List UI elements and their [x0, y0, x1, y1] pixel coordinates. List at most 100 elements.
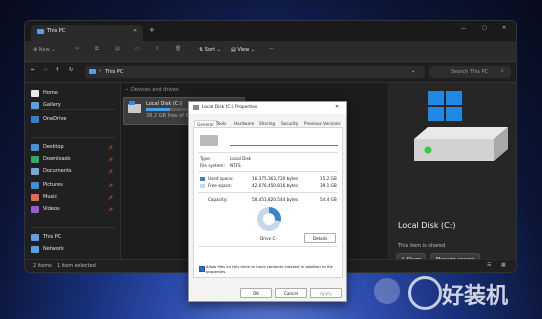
watermark-circle-icon	[408, 276, 442, 310]
up-icon[interactable]: ↑	[55, 67, 59, 73]
free-gb: 39.1 GB	[320, 183, 337, 188]
desktop-icon	[31, 143, 39, 151]
search-box[interactable]: Search This PC ⌕	[429, 66, 511, 78]
music-icon	[31, 193, 39, 201]
document-icon	[31, 167, 39, 175]
sidebar-item-downloads[interactable]: Downloads 📌	[31, 153, 117, 165]
sidebar-item-music[interactable]: Music 📌	[31, 191, 117, 203]
pin-icon[interactable]: 📌	[108, 207, 113, 212]
pin-icon[interactable]: 📌	[108, 145, 113, 150]
pin-icon[interactable]: 📌	[108, 157, 113, 162]
close-button[interactable]: ✕	[502, 25, 506, 31]
sidebar-item-pictures[interactable]: Pictures 📌	[31, 179, 117, 191]
watermark-logo: 好装机	[372, 272, 536, 312]
share-icon[interactable]: ⇪	[155, 46, 159, 52]
copy-icon[interactable]: ⧉	[95, 46, 99, 52]
drive-label-input[interactable]	[230, 137, 338, 146]
cut-icon[interactable]: ✂	[75, 46, 79, 52]
chevron-down-icon: ⌄	[250, 47, 255, 53]
capacity-bytes: 58,451,820,544 bytes	[252, 197, 299, 202]
forward-icon[interactable]: →	[43, 67, 47, 73]
paste-icon[interactable]: ▤	[115, 46, 120, 52]
dialog-tab-security[interactable]: Security	[281, 121, 298, 126]
pin-icon[interactable]: 📌	[108, 195, 113, 200]
sidebar-item-network[interactable]: Network	[31, 243, 117, 255]
free-label: Free space:	[208, 183, 232, 188]
search-placeholder: Search This PC	[451, 69, 489, 75]
navigation-pane: Home Gallery OneDrive Desktop 📌 Downloads 📌 Doc…	[25, 83, 121, 259]
apply-button[interactable]: Apply	[310, 288, 342, 298]
index-text: Allow files on this drive to have conten…	[206, 264, 333, 274]
group-expand-icon[interactable]: ⌄	[125, 86, 129, 92]
dialog-tab-sharing[interactable]: Sharing	[259, 121, 275, 126]
used-bytes: 16,375,363,720 bytes	[252, 176, 299, 181]
pc-icon	[37, 29, 44, 34]
pc-icon	[89, 69, 96, 74]
properties-dialog: Local Disk (C:) Properties ✕ General Tool…	[188, 101, 347, 302]
fs-value: NTFS	[230, 163, 241, 168]
wifi-icon	[374, 278, 400, 304]
breadcrumb-this-pc[interactable]: This PC	[105, 69, 123, 75]
details-view-icon[interactable]: ☰	[487, 262, 491, 268]
sort-button[interactable]: ⇅ Sort ⌄	[199, 47, 221, 53]
free-swatch	[200, 184, 205, 188]
dialog-tab-hardware[interactable]: Hardware	[234, 121, 254, 126]
details-pane: Local Disk (C:) This item is shared ⇪ Sh…	[388, 83, 516, 266]
sidebar-divider	[31, 137, 115, 138]
home-icon	[31, 89, 39, 97]
details-title: Local Disk (C:)	[398, 221, 456, 230]
fs-label: File system:	[200, 163, 225, 168]
breadcrumb-chevron-icon: ›	[99, 68, 101, 74]
sidebar-item-documents[interactable]: Documents 📌	[31, 165, 117, 177]
index-checkbox[interactable]	[199, 266, 205, 272]
maximize-button[interactable]: ▢	[482, 25, 487, 31]
capacity-gb: 54.4 GB	[320, 197, 337, 202]
network-icon	[31, 245, 39, 253]
ok-button[interactable]: OK	[240, 288, 272, 298]
details-button[interactable]: Details	[304, 233, 336, 243]
chevron-down-icon[interactable]: ⌄	[411, 68, 415, 74]
refresh-icon[interactable]: ↻	[69, 67, 73, 73]
free-bytes: 42,076,450,816 bytes	[252, 183, 299, 188]
dialog-titlebar: Local Disk (C:) Properties ✕	[189, 102, 346, 114]
tiles-view-icon[interactable]: ▦	[501, 262, 506, 268]
new-label: New	[38, 47, 50, 53]
divider	[198, 171, 338, 172]
back-icon[interactable]: ←	[31, 67, 35, 73]
dialog-close-button[interactable]: ✕	[335, 104, 339, 110]
pin-icon[interactable]: 📌	[108, 183, 113, 188]
sidebar-item-label: This PC	[43, 234, 62, 240]
dialog-tab-previous-versions[interactable]: Previous Versions	[304, 121, 341, 126]
view-button[interactable]: ▤ View ⌄	[231, 47, 255, 53]
pin-icon[interactable]: 📌	[108, 169, 113, 174]
delete-icon[interactable]: 🗑	[175, 46, 181, 52]
drive-letter-label: Drive C:	[260, 236, 277, 241]
new-tab-button[interactable]: +	[149, 26, 155, 34]
minimize-button[interactable]: —	[461, 26, 466, 32]
capacity-label: Capacity:	[208, 197, 228, 202]
sidebar-item-desktop[interactable]: Desktop 📌	[31, 141, 117, 153]
rename-icon[interactable]: ▭	[135, 46, 140, 52]
sidebar-item-onedrive[interactable]: OneDrive	[31, 113, 117, 125]
more-options-button[interactable]: ···	[269, 46, 274, 52]
dialog-tab-tools[interactable]: Tools	[216, 121, 226, 126]
shared-status-text: This item is shared	[398, 243, 446, 249]
address-bar[interactable]: › This PC ⌄	[85, 66, 425, 78]
sort-label: Sort	[204, 47, 216, 53]
pictures-icon	[31, 181, 39, 189]
dialog-title: Local Disk (C:) Properties	[202, 105, 258, 110]
sidebar-item-this-pc[interactable]: This PC	[31, 231, 117, 243]
used-swatch	[200, 177, 205, 181]
sidebar-item-home[interactable]: Home	[31, 87, 117, 99]
sidebar-item-label: Gallery	[43, 102, 61, 108]
new-button[interactable]: ⊕ New ⌄	[33, 47, 56, 53]
address-row: ← → ↑ ↻ › This PC ⌄ Search This PC ⌕	[25, 62, 516, 83]
sidebar-item-label: Downloads	[43, 156, 71, 162]
plus-icon: ⊕	[33, 47, 38, 53]
tab-close-icon[interactable]: ✕	[133, 28, 137, 34]
sidebar-item-videos[interactable]: Videos 📌	[31, 203, 117, 215]
search-icon: ⌕	[501, 68, 504, 74]
tab-this-pc[interactable]: This PC ✕	[31, 25, 143, 41]
sidebar-item-label: Home	[43, 90, 58, 96]
cancel-button[interactable]: Cancel	[275, 288, 307, 298]
